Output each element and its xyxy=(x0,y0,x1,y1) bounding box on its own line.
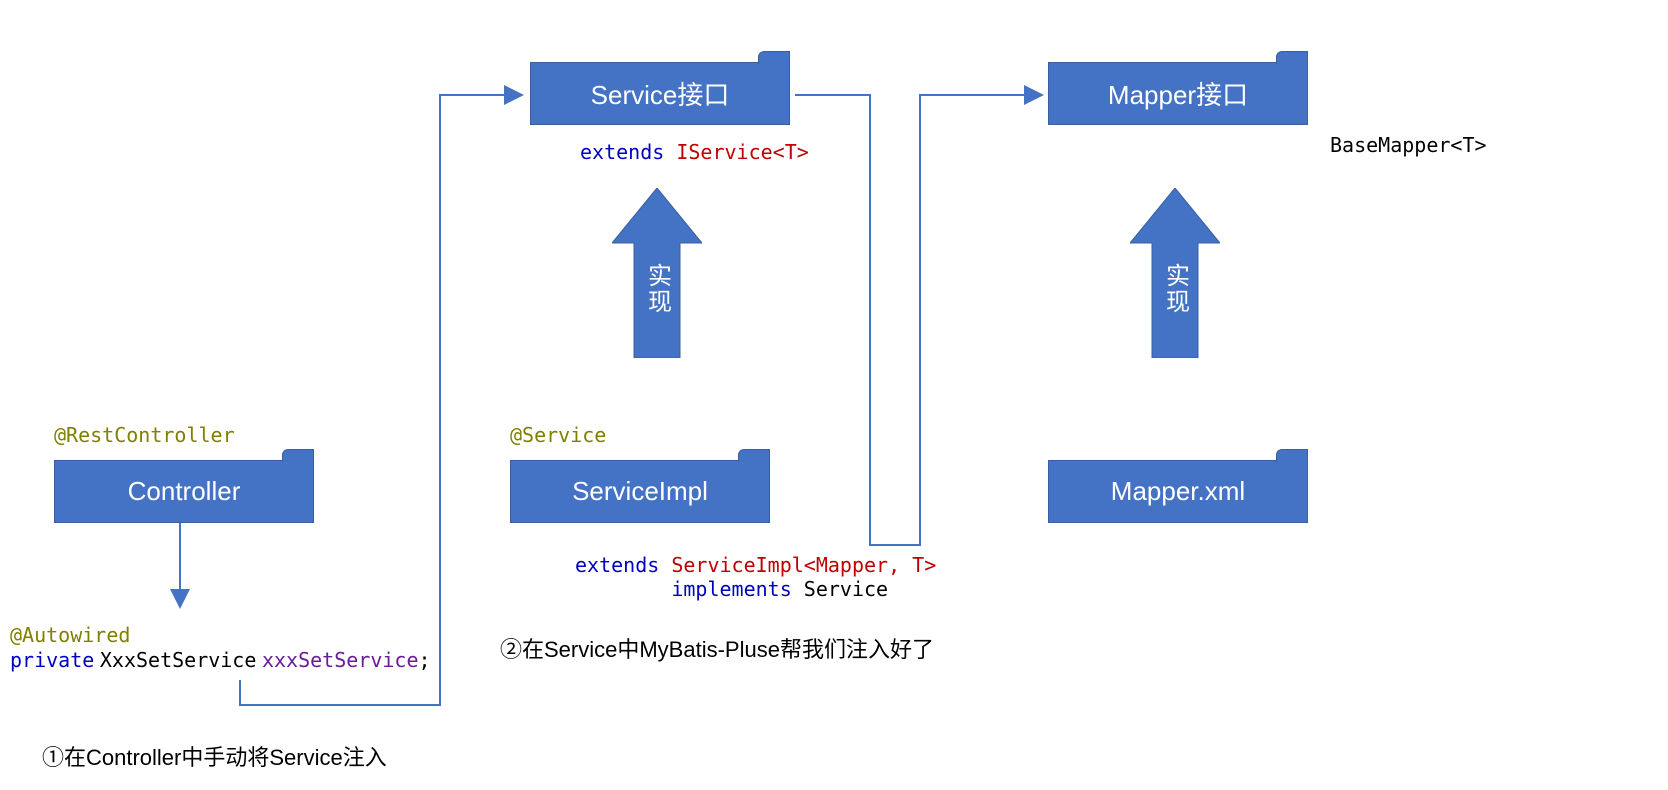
service-interface-box: Service接口 xyxy=(530,62,790,125)
controller-label: Controller xyxy=(128,476,241,507)
extends-keyword-2: extends xyxy=(575,553,659,577)
serviceimpl-type: ServiceImpl<Mapper, T> xyxy=(671,553,936,577)
mapper-interface-label: Mapper接口 xyxy=(1108,75,1248,112)
implements-keyword: implements xyxy=(671,577,791,601)
base-mapper-label: BaseMapper<T> xyxy=(1330,133,1487,157)
extends-iservice: extends IService<T> xyxy=(580,140,809,164)
mapper-xml-label: Mapper.xml xyxy=(1111,476,1245,507)
mapper-xml-box: Mapper.xml xyxy=(1048,460,1308,523)
autowired-annotation: @Autowired xyxy=(10,623,130,647)
implement-arrow-1: 实现 xyxy=(612,188,702,358)
semicolon: ; xyxy=(419,648,431,672)
var-name: xxxSetService xyxy=(262,648,419,672)
note-2: ②在Service中MyBatis-Pluse帮我们注入好了 xyxy=(500,632,934,664)
service-word: Service xyxy=(804,577,888,601)
type-name: XxxSetService xyxy=(100,648,257,672)
service-annotation: @Service xyxy=(510,423,606,447)
implement-arrow-2-label: 实现 xyxy=(1158,263,1193,315)
autowired-code: @Autowired private XxxSetService xxxSetS… xyxy=(10,623,431,673)
extends-keyword-1: extends xyxy=(580,140,664,164)
mapper-interface-box: Mapper接口 xyxy=(1048,62,1308,125)
implement-arrow-2: 实现 xyxy=(1130,188,1220,358)
implement-arrow-1-label: 实现 xyxy=(640,263,675,315)
note-1: ①在Controller中手动将Service注入 xyxy=(42,740,387,772)
controller-box: Controller xyxy=(54,460,314,523)
iservice-type: IService<T> xyxy=(676,140,808,164)
private-keyword: private xyxy=(10,648,94,672)
service-impl-label: ServiceImpl xyxy=(572,476,708,507)
service-impl-box: ServiceImpl xyxy=(510,460,770,523)
extends-serviceimpl: extends ServiceImpl<Mapper, T> implement… xyxy=(575,553,936,601)
service-interface-label: Service接口 xyxy=(591,75,730,112)
rest-controller-annotation: @RestController xyxy=(54,423,235,447)
